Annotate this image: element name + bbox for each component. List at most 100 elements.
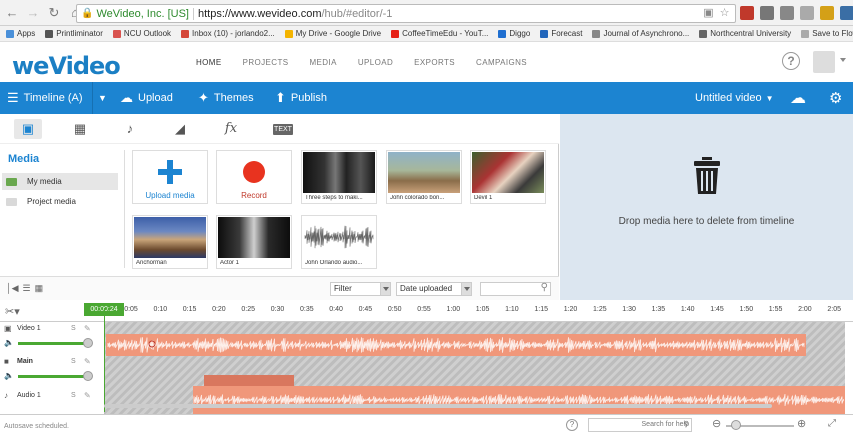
project-title-dropdown[interactable]: Untitled video ▼ [695,82,774,114]
nav-home[interactable]: HOME [196,58,222,67]
upload-media-card[interactable]: Upload media [132,150,208,204]
waveform-graphic [304,225,374,249]
nav-projects[interactable]: PROJECTS [243,58,289,67]
volume-knob[interactable] [83,338,93,348]
zoom-knob[interactable] [731,420,741,430]
scissors-icon[interactable]: ✂▾ [5,305,20,318]
bookmark-item[interactable]: Northcentral University [699,29,791,38]
bookmark-item[interactable]: My Drive - Google Drive [284,29,381,38]
bookmark-star-icon[interactable]: ☆ [718,7,731,20]
publish-icon: ⬆ [275,90,286,105]
bookmark-item[interactable]: Forecast [540,29,582,38]
nav-upload[interactable]: UPLOAD [358,58,393,67]
timeline-scrollbar[interactable] [104,404,772,408]
bookmark-item[interactable]: Inbox (10) - jorlando2... [181,29,275,38]
themes-button[interactable]: ✦ Themes [198,82,254,114]
media-item[interactable]: Three steps to maki... [301,150,377,204]
bookmark-item[interactable]: Diggo [498,29,530,38]
ruler-tick-label: 2:05 [827,306,841,313]
extension-icon[interactable] [800,6,814,20]
media-item[interactable]: Actor 1 [216,215,292,269]
bookmark-item[interactable]: Apps [6,29,35,38]
ruler-tick-label: 0:35 [299,306,314,313]
gear-icon[interactable]: ⚙ [829,82,842,114]
volume-slider[interactable] [18,342,86,345]
extension-icon[interactable] [840,6,853,20]
filter-select[interactable]: Filter [330,282,391,296]
forward-icon[interactable]: → [24,4,42,22]
track-options-icon[interactable]: ✎ [84,324,91,333]
playhead[interactable] [104,308,105,412]
avatar[interactable] [813,51,835,73]
bookmark-item[interactable]: Printliminator [45,29,103,38]
speaker-icon[interactable]: 🔈 [4,371,14,380]
zoom-out-icon[interactable]: ⊖ [712,417,721,430]
audio-waveform-thumbnail [303,217,375,258]
nav-media[interactable]: MEDIA [309,58,336,67]
solo-button[interactable]: S [71,325,76,332]
record-card[interactable]: Record [216,150,292,204]
list-view-icon[interactable]: ☰ [23,283,31,294]
tab-video-transitions[interactable]: ▦ [66,119,94,139]
media-item[interactable]: Devil 1 [470,150,546,204]
chevron-down-icon[interactable]: ▼ [92,82,112,114]
bookmark-item[interactable]: NCU Outlook [112,29,171,38]
nav-campaigns[interactable]: CAMPAIGNS [476,58,527,67]
media-item[interactable]: Anchorman [132,215,208,269]
chevron-down-icon[interactable] [840,58,846,62]
video-thumbnail [218,217,290,258]
timeline-tracks-area[interactable] [104,322,845,424]
folder-my-media[interactable]: My media [2,173,118,190]
page-action-icon[interactable]: ▣ [702,7,715,20]
fit-timeline-icon[interactable]: ⤢ [828,418,836,429]
music-note-icon: ♪ [4,391,8,400]
tab-media[interactable]: ▣ [14,119,42,139]
bookmark-item[interactable]: Save to Flow [801,29,853,38]
upload-button[interactable]: ☁ Upload [120,82,173,114]
nav-exports[interactable]: EXPORTS [414,58,455,67]
media-item[interactable]: John colorado bon... [386,150,462,204]
extension-icon[interactable] [780,6,794,20]
timeline-ruler[interactable]: ✂▾ 00:00:24 0:050:100:150:200:250:300:35… [0,300,853,322]
bookmark-item[interactable]: CoffeeTimeEdu - YouT... [391,29,488,38]
tab-text[interactable]: TEXT [273,124,293,135]
cloud-sync-icon[interactable]: ☁ [790,82,806,114]
zoom-in-icon[interactable]: ⊕ [797,417,806,430]
trash-drop-zone[interactable] [560,114,853,300]
editor-toolbar: ☰ Timeline (A) ▼ ☁ Upload ✦ Themes ⬆ Pub… [0,82,853,114]
sort-select[interactable]: Date uploaded [396,282,472,296]
solo-button[interactable]: S [71,392,76,399]
grid-view-icon[interactable]: ▦ [35,283,44,294]
extension-icon[interactable] [820,6,834,20]
solo-button[interactable]: S [71,358,76,365]
folder-project-media[interactable]: Project media [2,193,118,210]
tab-fx[interactable]: fx [217,119,245,139]
media-item[interactable]: John Orlando audio... [301,215,377,269]
help-search-input[interactable]: Search for help ⚲ [588,418,692,432]
extension-icon[interactable] [760,6,774,20]
timeline-mode-button[interactable]: ☰ Timeline (A) [7,82,83,114]
extension-icon[interactable] [740,6,754,20]
volume-slider[interactable] [18,375,86,378]
video-clip[interactable] [204,375,294,387]
tab-music[interactable]: ♪ [116,119,144,139]
ruler-tick-label: 1:20 [563,306,578,313]
help-icon[interactable]: ? [782,52,800,70]
address-bar[interactable]: 🔒 WeVideo, Inc. [US] https://www.wevideo… [76,4,736,23]
back-icon[interactable]: ← [3,4,21,22]
bookmark-item[interactable]: Journal of Asynchrono... [592,29,689,38]
tab-transitions[interactable]: ◢ [166,119,194,139]
top-nav: HOME PROJECTS MEDIA UPLOAD EXPORTS CAMPA… [196,58,548,67]
collapse-icon[interactable]: │◀ [6,283,19,294]
reload-icon[interactable]: ↻ [45,4,63,22]
media-caption: Actor 1 [220,260,240,266]
media-search-input[interactable]: ⚲ [480,282,551,296]
help-icon[interactable]: ? [566,419,578,431]
wevideo-logo[interactable]: weVideo [12,52,121,80]
track-options-icon[interactable]: ✎ [84,391,91,400]
track-options-icon[interactable]: ✎ [84,357,91,366]
publish-button[interactable]: ⬆ Publish [275,82,327,114]
timeline-clips[interactable] [104,322,845,424]
volume-knob[interactable] [83,371,93,381]
speaker-icon[interactable]: 🔈 [4,338,14,347]
